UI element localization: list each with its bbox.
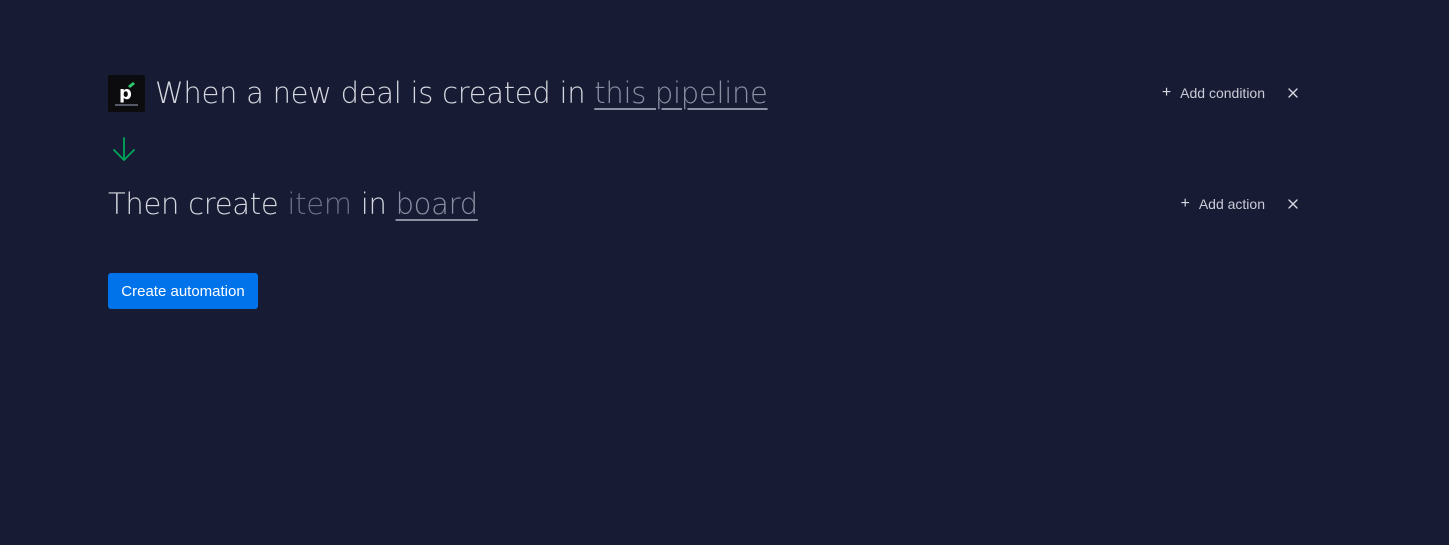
close-icon	[1288, 88, 1298, 98]
close-icon	[1288, 199, 1298, 209]
remove-trigger-button[interactable]	[1285, 85, 1301, 101]
trigger-sentence: When a new deal is created in this pipel…	[155, 76, 768, 110]
add-condition-label: Add condition	[1180, 85, 1265, 101]
trigger-row: p When a new deal is created in this pip…	[108, 74, 1301, 112]
add-action-label: Add action	[1198, 196, 1265, 212]
trigger-actions: + Add condition	[1162, 85, 1301, 101]
action-word-in: in	[360, 187, 387, 221]
plus-icon: +	[1161, 84, 1172, 101]
trigger-word-is: is	[410, 76, 434, 110]
remove-action-button[interactable]	[1285, 196, 1301, 212]
action-word-create: create	[188, 187, 279, 221]
pipedrive-logo-icon: p	[108, 74, 145, 112]
trigger-word-a: a	[246, 76, 264, 110]
add-condition-button[interactable]: + Add condition	[1161, 84, 1265, 102]
board-link[interactable]: board	[396, 187, 479, 221]
plus-icon: +	[1180, 195, 1190, 212]
trigger-word-created: created	[442, 76, 551, 110]
trigger-word-when: When	[155, 76, 238, 110]
action-sentence: Then create item in board	[108, 187, 478, 221]
action-row: Then create item in board + Add action	[108, 185, 1301, 223]
action-word-then: Then	[108, 187, 180, 221]
create-automation-button[interactable]: Create automation	[108, 273, 258, 309]
action-actions: + Add action	[1180, 196, 1301, 212]
trigger-word-new: new	[272, 76, 332, 110]
trigger-word-in: in	[559, 76, 586, 110]
item-placeholder[interactable]: item	[287, 187, 352, 221]
pipeline-link[interactable]: this pipeline	[594, 76, 768, 110]
arrow-down-icon	[113, 137, 135, 161]
add-action-button[interactable]: + Add action	[1180, 195, 1265, 213]
trigger-word-deal: deal	[340, 76, 402, 110]
